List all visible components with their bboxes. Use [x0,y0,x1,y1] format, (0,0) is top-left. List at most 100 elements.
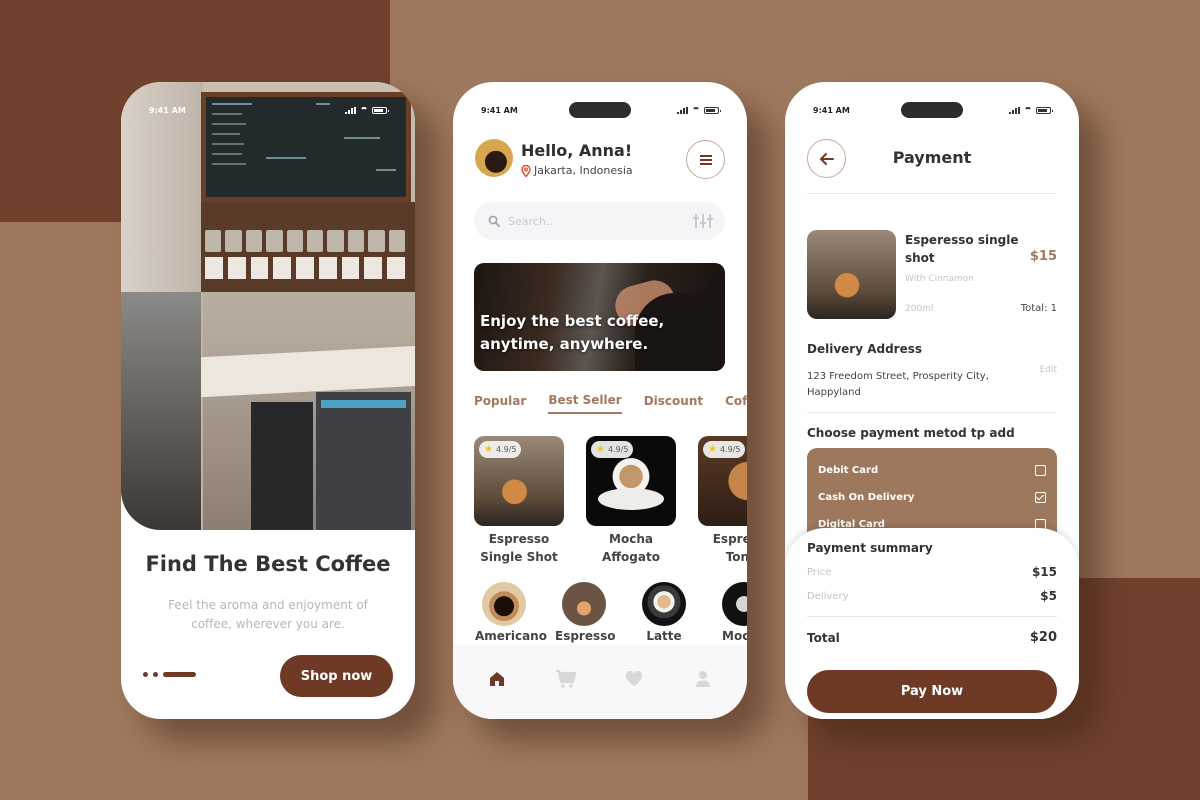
espresso-machine-image [121,292,201,530]
wifi-icon [360,107,368,113]
nav-cart[interactable] [551,664,581,694]
order-item-size: 200ml [905,304,934,314]
category-tabs: Popular Best Seller Discount Coffee [474,393,747,414]
payment-method-debit-card[interactable]: Debit Card [818,457,1046,484]
coffee-type-item[interactable]: Latte [635,582,693,643]
coffee-type-item[interactable]: Americano [475,582,547,643]
payment-method-cash-on-delivery[interactable]: Cash On Delivery [818,484,1046,511]
battery-icon [704,106,721,114]
product-card[interactable]: ★ 4.9/5 Espresso Single Shot [474,436,564,566]
tab-coffee[interactable]: Coffee [725,393,747,414]
page-dot[interactable] [153,672,158,677]
checkbox[interactable] [1035,465,1046,476]
divider [807,616,1057,617]
product-name: Mocha Affogato [602,532,660,564]
payment-method-label: Cash On Delivery [818,492,915,503]
product-name: Espresso Single Shot [480,532,558,564]
wifi-icon [692,107,700,113]
summary-value: $5 [1040,589,1057,603]
summary-label: Delivery [807,590,849,602]
home-icon [490,672,505,686]
summary-label: Price [807,566,832,578]
product-card[interactable]: ★ 4.9/5 Mocha Affogato [586,436,676,566]
edit-address-button[interactable]: Edit [1040,365,1057,375]
page-title: Payment [892,148,972,167]
battery-icon [372,106,389,114]
page-dot-active[interactable] [163,672,196,677]
location[interactable]: Jakarta, Indonesia [521,164,633,177]
summary-value: $15 [1031,565,1057,579]
status-icons [345,106,389,114]
coffee-type-item[interactable]: Espresso [555,582,616,643]
delivery-address-title: Delivery Address [807,342,923,356]
summary-total-value: $20 [1029,630,1057,645]
order-item-price: $15 [1029,249,1057,264]
checkbox-checked[interactable] [1035,492,1046,503]
summary-row-price: Price $15 [807,565,1057,579]
star-icon: ★ [708,444,717,455]
home-screen: 9:41 AM Hello, Anna! Jakarta, Indonesia … [453,82,747,719]
battery-icon [1036,106,1053,114]
coffee-type-label: Mocha [722,629,747,643]
product-image: ★ 4.9/5 [586,436,676,526]
rating-badge: ★ 4.9/5 [591,441,634,458]
payment-summary-sheet: Payment summary Price $15 Delivery $5 To… [785,528,1079,719]
search-input[interactable] [508,214,695,228]
summary-total-label: Total [807,630,840,645]
signal-icon [1009,106,1020,114]
onboarding-screen: 9:41 AM Find The Best Coffee Feel the ar… [121,82,415,719]
page-indicator [143,672,196,677]
banner-text: Enjoy the best coffee, anytime, anywhere… [480,312,665,353]
cart-icon [555,669,576,688]
payment-screen: 9:41 AM Payment Esperesso single shot $1… [785,82,1079,719]
coffee-type-item[interactable]: Mocha [715,582,747,643]
page-dot[interactable] [143,672,148,677]
nav-favorites[interactable] [619,664,649,694]
product-card[interactable]: ★4.9/5 Espresso Tonic [698,436,747,566]
coffee-type-label: Espresso [555,629,616,643]
order-item-image [807,230,896,319]
payment-methods-title: Choose payment metod tp add [807,426,1015,440]
signal-icon [677,106,688,114]
tab-best-seller[interactable]: Best Seller [548,393,622,414]
order-item-name: Esperesso single shot [905,233,1019,265]
shop-now-button[interactable]: Shop now [280,655,393,697]
divider [807,412,1057,413]
rating-value: 4.9/5 [495,445,517,454]
payment-summary-title: Payment summary [807,541,933,555]
location-text: Jakarta, Indonesia [534,164,633,177]
product-list: ★ 4.9/5 Espresso Single Shot ★ 4.9/5 Mocha… [474,436,747,566]
onboarding-title: Find The Best Coffee [145,552,391,576]
status-bar: 9:41 AM [785,82,1079,138]
coffee-type-image [642,582,686,626]
coffee-type-list: Americano Espresso Latte Mocha [475,582,747,643]
status-icons [677,106,721,114]
search-icon [488,215,500,227]
status-bar: 9:41 AM [121,82,415,138]
status-bar: 9:41 AM [453,82,747,138]
tab-discount[interactable]: Discount [644,393,703,414]
star-icon: ★ [484,444,493,455]
filter-icon[interactable] [693,214,713,228]
wifi-icon [1024,107,1032,113]
coffee-type-image [722,582,747,626]
menu-button[interactable] [686,140,725,179]
order-item-note: With Cinnamon [905,274,974,284]
rating-value: 4.9/5 [607,445,629,454]
tab-popular[interactable]: Popular [474,393,526,414]
heart-icon [626,671,643,686]
onboarding-subtitle: Feel the aroma and enjoyment of coffee, … [168,598,368,631]
avatar[interactable] [475,139,513,177]
promo-banner[interactable]: Enjoy the best coffee, anytime, anywhere… [474,263,725,371]
pay-now-button[interactable]: Pay Now [807,670,1057,713]
rating-badge: ★ 4.9/5 [479,441,522,458]
nav-home[interactable] [482,664,512,694]
status-icons [1009,106,1053,114]
search-bar [474,202,725,240]
status-time: 9:41 AM [813,105,850,115]
product-image: ★ 4.9/5 [698,436,747,526]
coffee-type-label: Latte [646,629,682,643]
rating-badge: ★ 4.9/5 [703,441,746,458]
nav-profile[interactable] [688,664,718,694]
signal-icon [345,106,356,114]
